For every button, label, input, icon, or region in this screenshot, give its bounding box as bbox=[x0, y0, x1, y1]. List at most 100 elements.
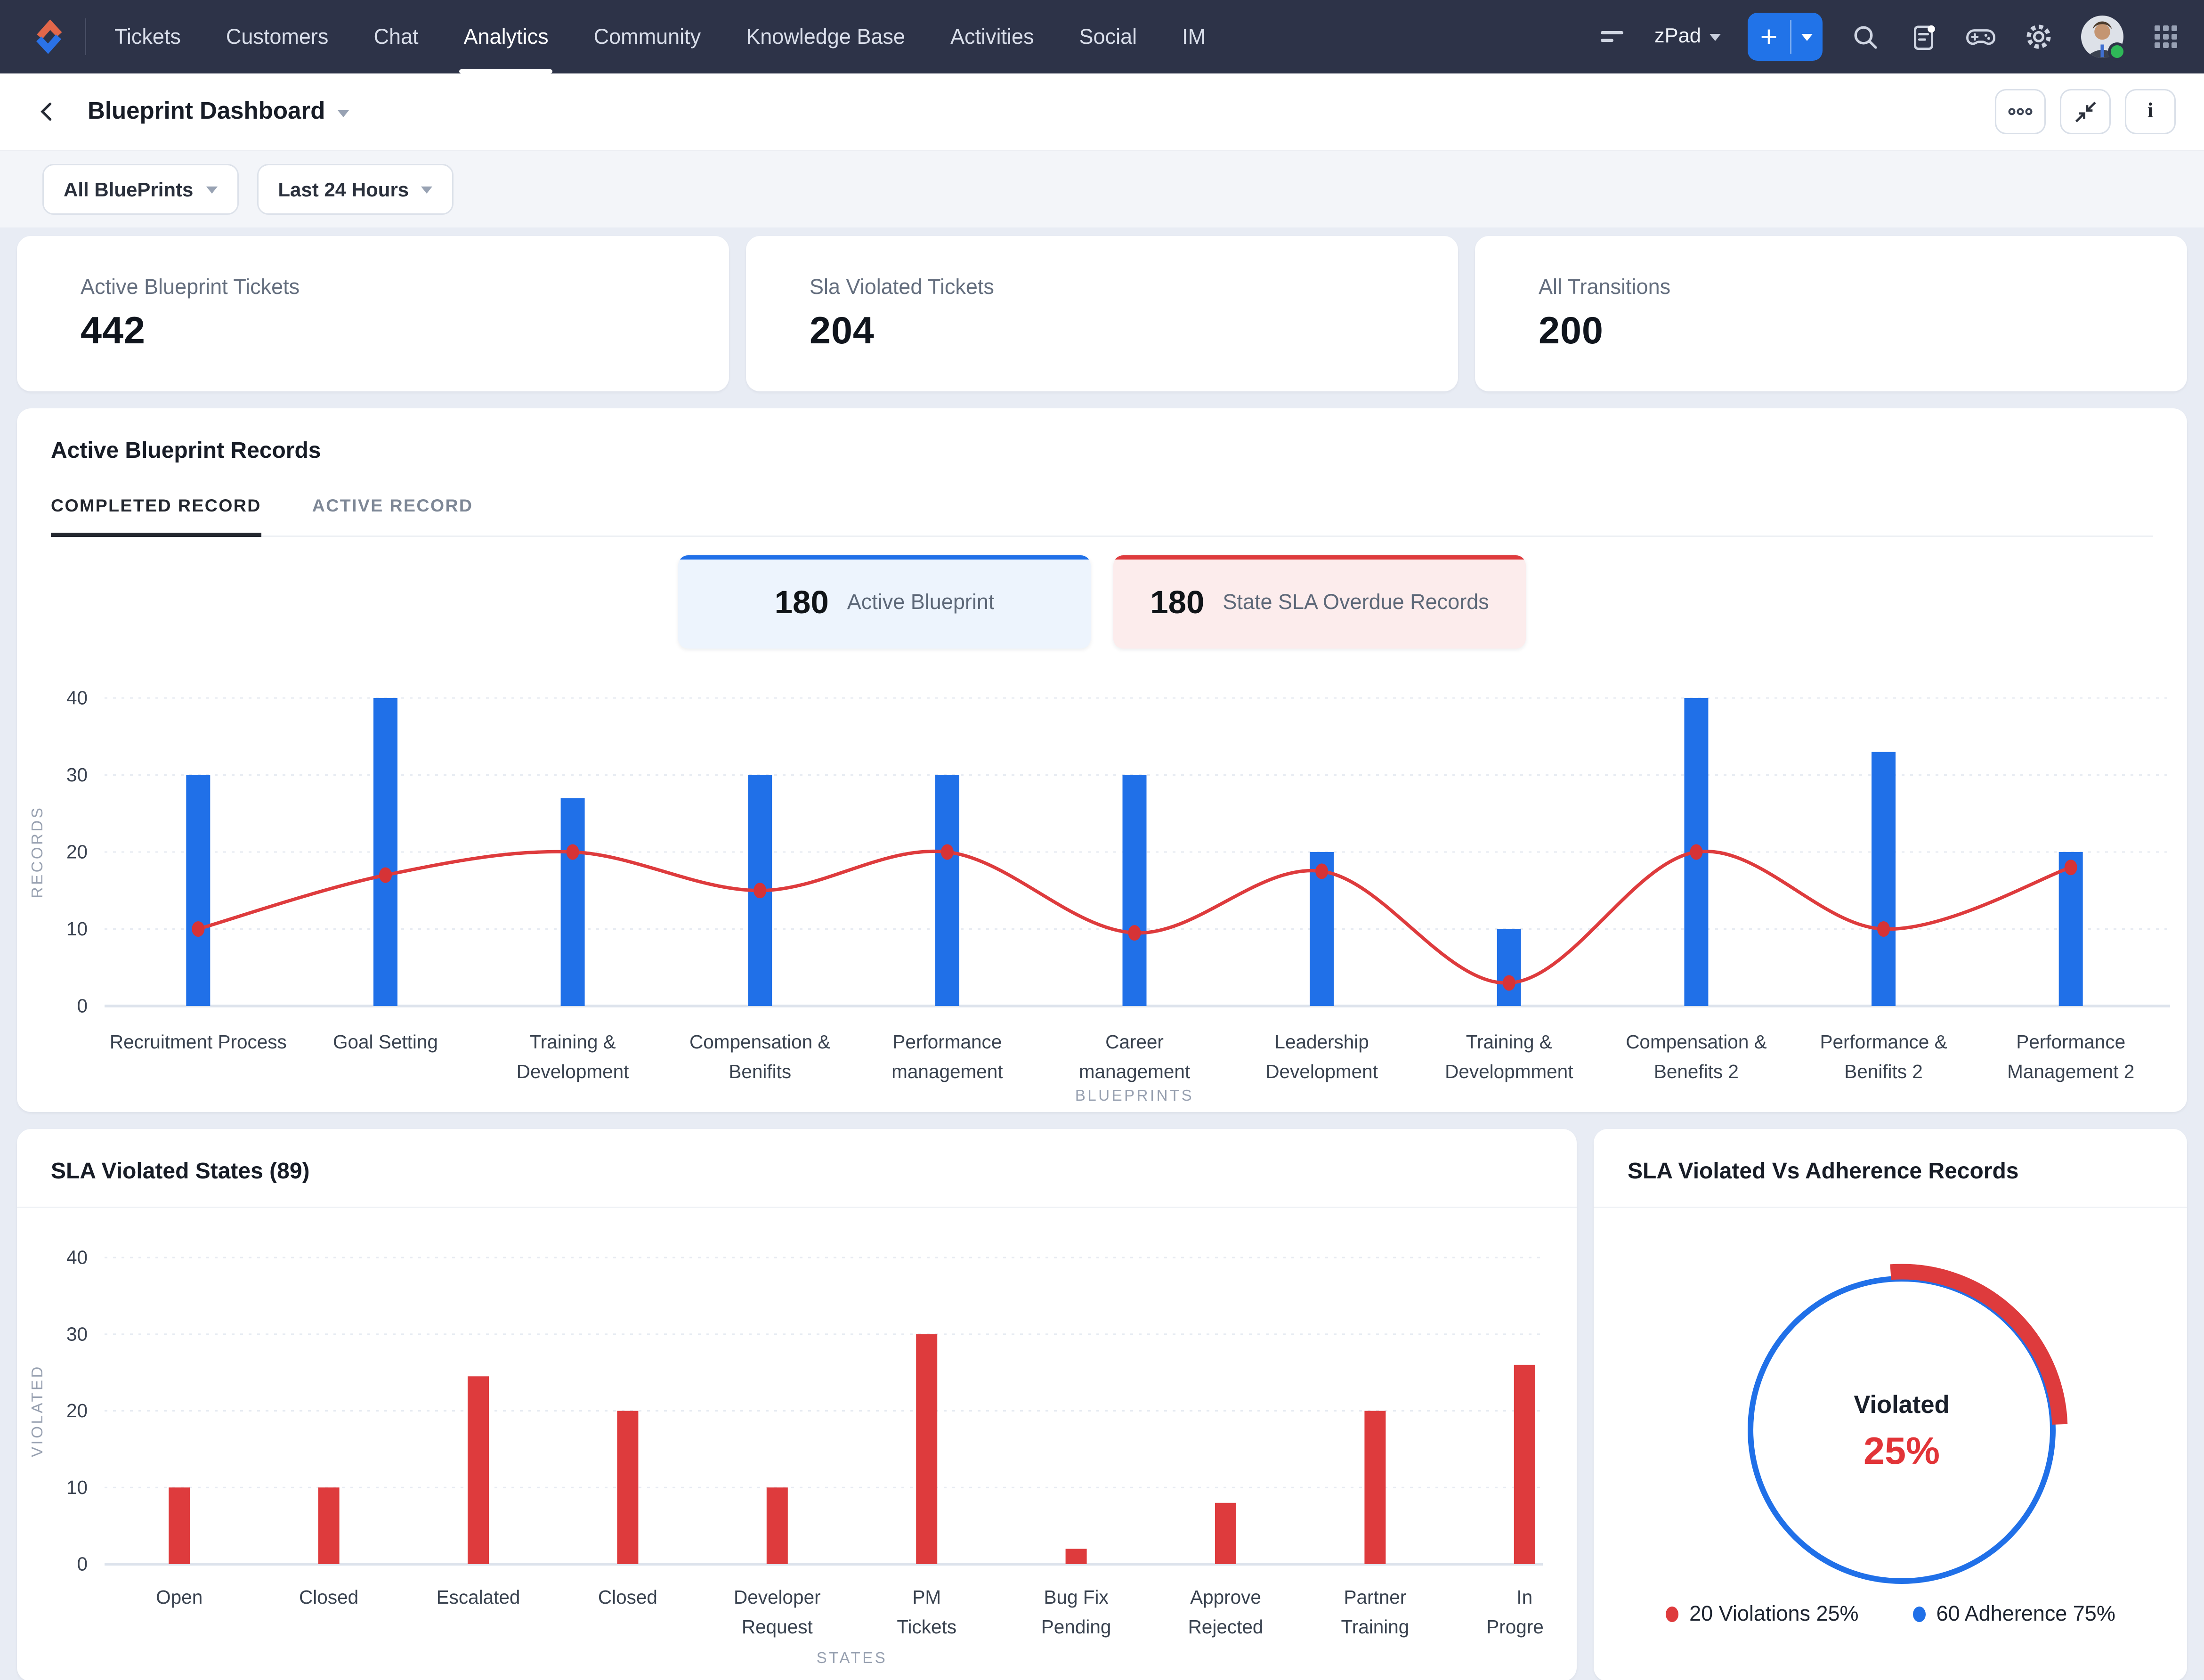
more-actions-button[interactable] bbox=[1995, 89, 2046, 134]
app-window: Tickets Customers Chat Analytics Community Kn… bbox=[0, 0, 2204, 1680]
legend-item: 60 Adherence 75% bbox=[1912, 1602, 2115, 1626]
filter-label: All BluePrints bbox=[64, 178, 194, 201]
svg-text:BLUEPRINTS: BLUEPRINTS bbox=[1075, 1087, 1194, 1104]
legend-item: 20 Violations 25% bbox=[1665, 1602, 1859, 1626]
line-point-4 bbox=[940, 844, 954, 860]
legend-label: 20 Violations 25% bbox=[1689, 1602, 1859, 1626]
legend-label: 60 Adherence 75% bbox=[1936, 1602, 2115, 1626]
badge-label: Active Blueprint bbox=[847, 590, 995, 614]
back-button[interactable] bbox=[34, 99, 59, 124]
search-icon[interactable] bbox=[1849, 21, 1880, 52]
tab-completed-record[interactable]: COMPLETED RECORD bbox=[51, 487, 261, 537]
filter-label: Last 24 Hours bbox=[278, 178, 409, 201]
bar-7 bbox=[1497, 929, 1521, 1006]
stat-badge: 180 State SLA Overdue Records bbox=[1113, 555, 1526, 649]
line-point-3 bbox=[754, 883, 767, 899]
app-logo-icon[interactable] bbox=[28, 0, 65, 73]
line-point-6 bbox=[1315, 863, 1329, 879]
online-status-dot bbox=[2108, 42, 2126, 61]
bar-4 bbox=[766, 1487, 788, 1564]
svg-text:InProgress: InProgress bbox=[1486, 1586, 1543, 1638]
svg-text:Training &Development: Training & Development bbox=[517, 1031, 629, 1082]
svg-text:Recruitment Process: Recruitment Process bbox=[110, 1031, 287, 1053]
nav-item-chat[interactable]: Chat bbox=[373, 0, 418, 73]
kpi-label: Sla Violated Tickets bbox=[810, 275, 994, 299]
add-button[interactable]: + bbox=[1748, 13, 1823, 61]
legend-dot bbox=[1912, 1607, 1925, 1622]
line-point-10 bbox=[2064, 860, 2077, 876]
kpi-value: 200 bbox=[1539, 308, 1604, 351]
department-dropdown[interactable]: zPad bbox=[1654, 25, 1721, 48]
bottom-row: SLA Violated States (89) 0 10 20 30 40 VIOLAT… bbox=[17, 1129, 2187, 1680]
kpi-label: Active Blueprint Tickets bbox=[81, 275, 300, 299]
summary-badges: 180 Active Blueprint 180 State SLA Overdue … bbox=[17, 555, 2187, 649]
blueprint-records-chart: 0 10 20 30 40 RECORDS Recruitment Process Goal … bbox=[28, 687, 2170, 1104]
page-title: Blueprint Dashboard bbox=[88, 97, 325, 124]
bar-1 bbox=[318, 1487, 340, 1564]
collapse-menu-icon[interactable] bbox=[1596, 21, 1628, 52]
bar-4 bbox=[935, 775, 959, 1006]
app-grid-icon[interactable] bbox=[2150, 21, 2181, 52]
svg-text:DeveloperRequest: Developer Request bbox=[734, 1586, 821, 1638]
bar-5 bbox=[916, 1334, 938, 1564]
line-point-0 bbox=[192, 921, 205, 937]
settings-gear-icon[interactable] bbox=[2023, 21, 2054, 52]
kpi-label: All Transitions bbox=[1539, 275, 1671, 299]
nav-item-community[interactable]: Community bbox=[594, 0, 701, 73]
info-button[interactable]: i bbox=[2125, 89, 2176, 134]
line-point-9 bbox=[1877, 921, 1890, 937]
sla-violated-vs-adherence-donut: Violated 25% bbox=[1748, 1264, 2068, 1584]
nav-item-im[interactable]: IM bbox=[1182, 0, 1206, 73]
chevron-down-icon bbox=[421, 186, 433, 193]
add-options-button[interactable] bbox=[1791, 13, 1823, 61]
svg-text:Performance &Benifits 2: Performance & Benifits 2 bbox=[1820, 1031, 1947, 1082]
bar-8 bbox=[1364, 1411, 1386, 1564]
sla-violated-vs-adherence-panel: SLA Violated Vs Adherence Records Violat… bbox=[1594, 1129, 2187, 1680]
user-avatar[interactable] bbox=[2081, 16, 2126, 61]
svg-text:Escalated: Escalated bbox=[437, 1586, 520, 1608]
bar-6 bbox=[1065, 1549, 1087, 1564]
nav-item-analytics[interactable]: Analytics bbox=[459, 0, 553, 73]
badge-label: State SLA Overdue Records bbox=[1223, 590, 1489, 614]
feeds-icon[interactable] bbox=[1907, 21, 1938, 52]
badge-accent-bar bbox=[1113, 555, 1526, 560]
bar-9 bbox=[1514, 1364, 1535, 1564]
svg-text:STATES: STATES bbox=[817, 1649, 887, 1666]
badge-value: 180 bbox=[774, 583, 829, 620]
svg-text:Goal Setting: Goal Setting bbox=[333, 1031, 438, 1053]
svg-text:0: 0 bbox=[77, 995, 88, 1017]
svg-text:LeadershipDevelopment: Leadership Development bbox=[1265, 1031, 1378, 1082]
chevron-down-icon bbox=[206, 186, 218, 193]
nav-item-activities[interactable]: Activities bbox=[950, 0, 1034, 73]
svg-text:20: 20 bbox=[66, 1400, 88, 1421]
chevron-down-icon bbox=[1710, 33, 1721, 41]
dashboard-picker-icon[interactable] bbox=[338, 109, 349, 117]
kpi-value: 204 bbox=[810, 308, 875, 351]
badge-accent-bar bbox=[678, 555, 1091, 560]
filter-all-blueprints[interactable]: All BluePrints bbox=[42, 164, 239, 215]
nav-item-customers[interactable]: Customers bbox=[226, 0, 329, 73]
legend-dot bbox=[1665, 1607, 1678, 1622]
svg-text:Bug FixPending: Bug Fix Pending bbox=[1041, 1586, 1111, 1638]
svg-text:10: 10 bbox=[66, 918, 88, 940]
nav-item-knowledge-base[interactable]: Knowledge Base bbox=[746, 0, 905, 73]
nav-item-social[interactable]: Social bbox=[1079, 0, 1137, 73]
svg-text:Careermanagement: Career management bbox=[1079, 1031, 1190, 1082]
svg-text:PerformanceManagement 2: Performance Management 2 bbox=[2007, 1031, 2134, 1082]
sla-violated-states-panel: SLA Violated States (89) 0 10 20 30 40 VIOLAT… bbox=[17, 1129, 1577, 1680]
games-icon[interactable] bbox=[1965, 21, 1996, 52]
collapse-button[interactable] bbox=[2060, 89, 2111, 134]
sla-violated-states-chart: 0 10 20 30 40 VIOLATED Open Closed Escalated Clos… bbox=[28, 1247, 1543, 1666]
panel-title: SLA Violated States (89) bbox=[51, 1160, 310, 1184]
kpi-card: Sla Violated Tickets 204 bbox=[746, 236, 1458, 391]
plus-icon[interactable]: + bbox=[1748, 13, 1790, 61]
filter-last-24-hours[interactable]: Last 24 Hours bbox=[257, 164, 454, 215]
nav-item-tickets[interactable]: Tickets bbox=[114, 0, 181, 73]
bar-2 bbox=[468, 1376, 489, 1564]
svg-text:Closed: Closed bbox=[598, 1586, 657, 1608]
svg-text:ApproveRejected: Approve Rejected bbox=[1188, 1586, 1264, 1638]
svg-text:RECORDS: RECORDS bbox=[28, 806, 46, 899]
tab-active-record[interactable]: ACTIVE RECORD bbox=[312, 487, 473, 536]
svg-text:40: 40 bbox=[66, 687, 88, 709]
svg-text:Training &Developmment: Training & Developmment bbox=[1445, 1031, 1573, 1082]
